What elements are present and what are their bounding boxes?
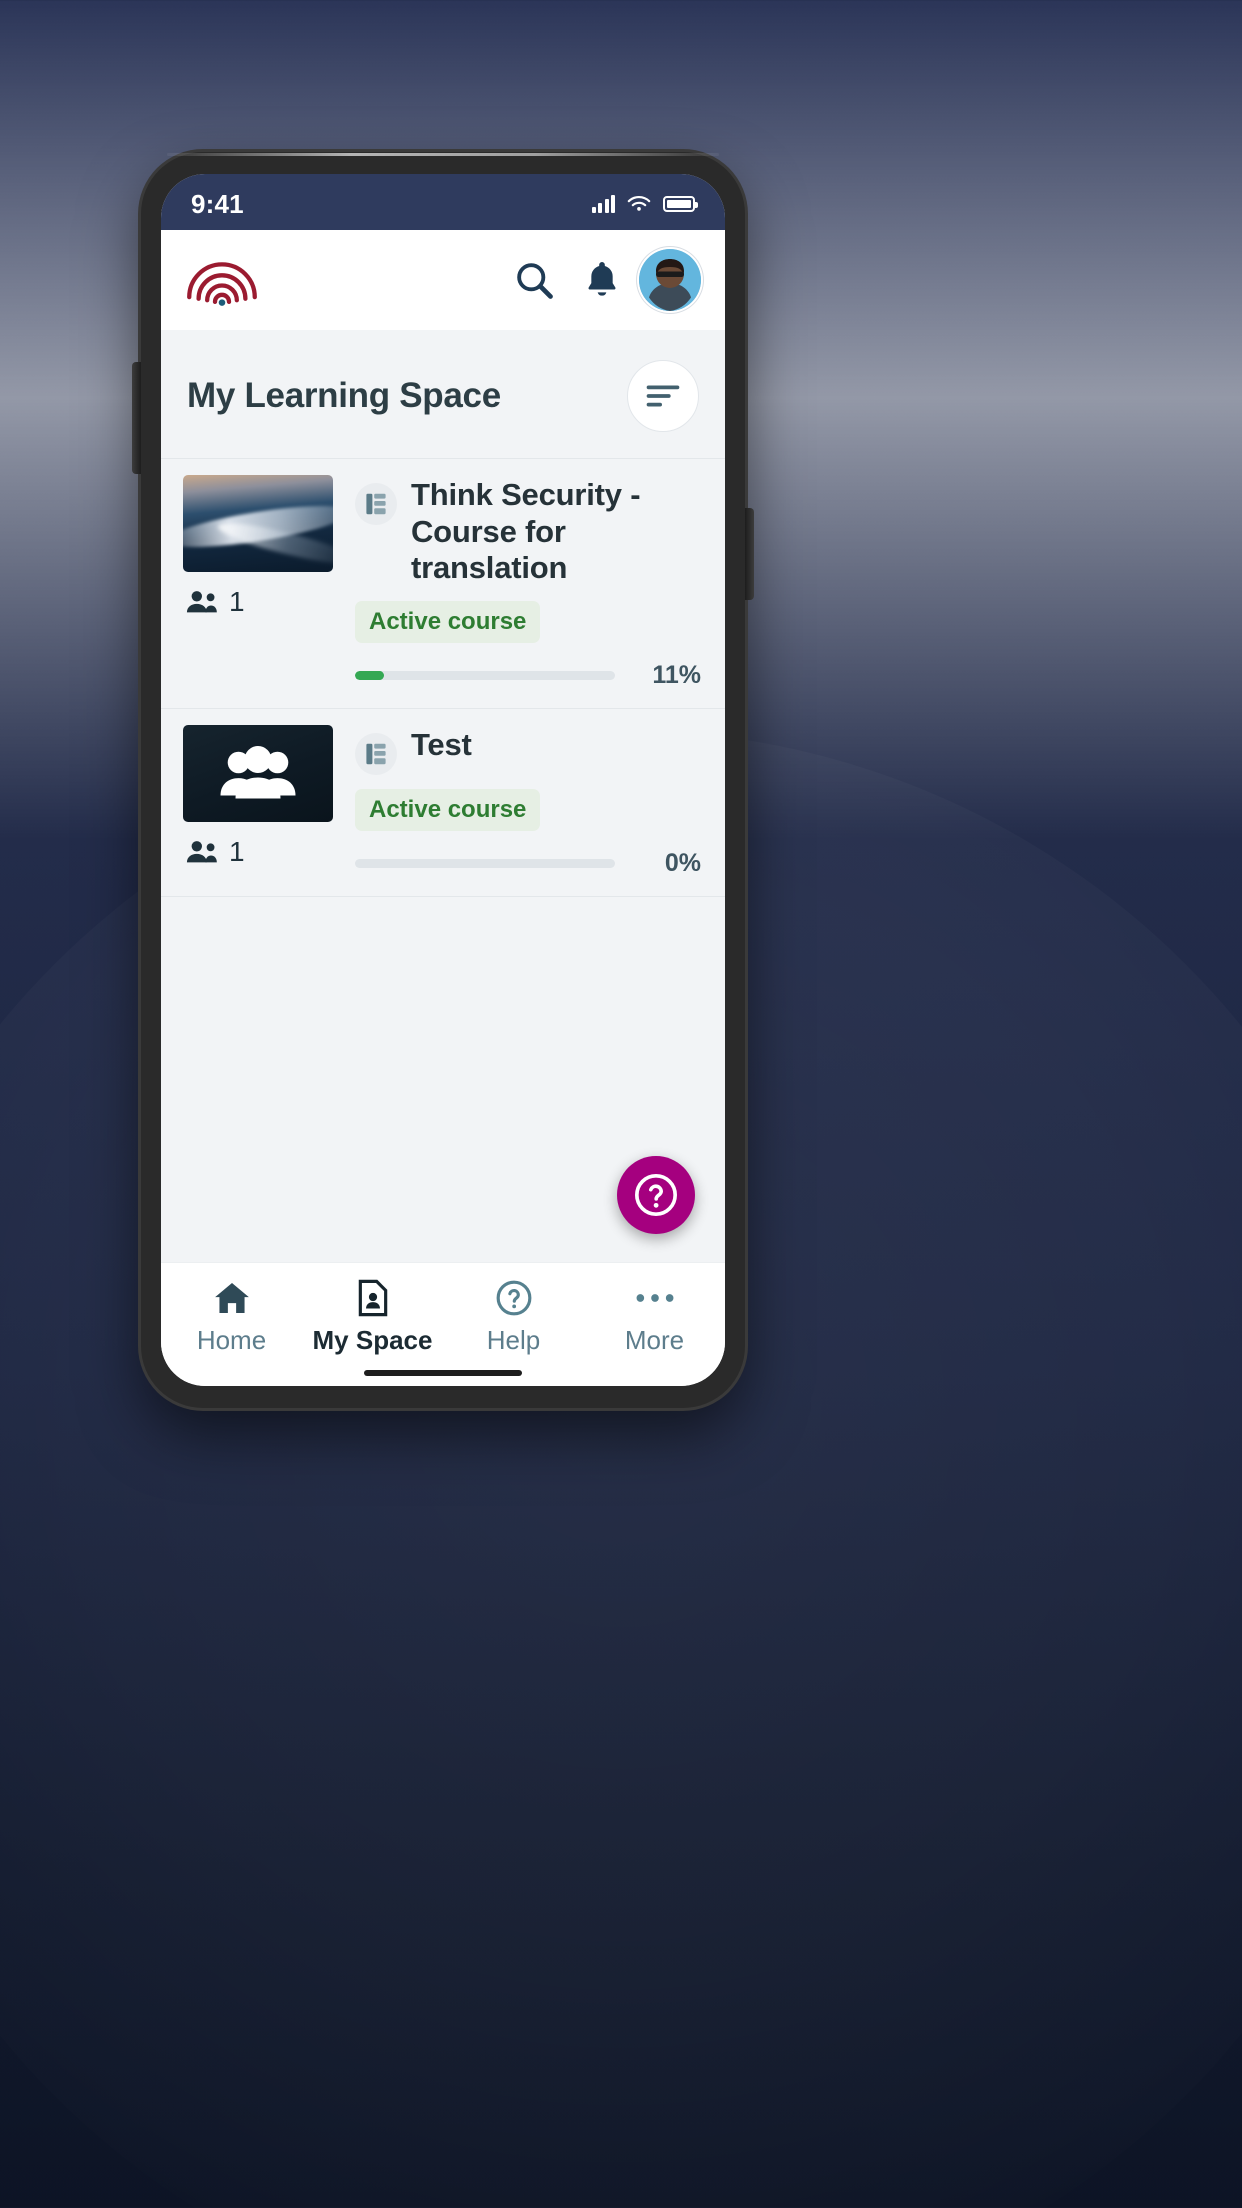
phone-mockup: 9:41 My Learning Space 1 Think Security … <box>132 152 754 1408</box>
volume-button[interactable] <box>132 362 141 474</box>
course-title-row: Think Security - Course for translation <box>355 477 703 587</box>
status-badge: Active course <box>355 788 541 831</box>
enrolled-count: 1 <box>229 835 245 867</box>
course-thumbnail-image <box>183 475 333 572</box>
course-thumbnail-column: 1 <box>183 475 333 690</box>
course-title: Test <box>411 726 472 762</box>
more-dots-icon <box>636 1294 673 1302</box>
page-header: My Learning Space <box>161 330 725 458</box>
search-icon[interactable] <box>503 249 565 311</box>
course-info: Think Security - Course for translation … <box>355 475 703 690</box>
course-title: Think Security - Course for translation <box>411 477 641 586</box>
nav-label: Home <box>196 1325 267 1355</box>
people-group-icon <box>220 746 296 799</box>
nav-item-home[interactable]: Home <box>161 1279 302 1356</box>
enrolled-count-group: 1 <box>183 572 333 618</box>
question-mark-circle-icon <box>635 1174 677 1216</box>
my-space-icon <box>358 1279 387 1317</box>
help-fab[interactable] <box>617 1156 695 1234</box>
content-empty-area <box>161 896 725 1262</box>
list-item[interactable]: 1 Test Active course 0% <box>161 708 725 897</box>
nav-item-help[interactable]: Help <box>443 1279 584 1356</box>
cellular-signal-icon <box>591 195 615 213</box>
status-bar: 9:41 <box>161 174 725 230</box>
people-group-icon <box>186 840 217 863</box>
home-icon <box>214 1282 249 1314</box>
notifications-bell-icon[interactable] <box>571 249 633 311</box>
progress-label: 0% <box>664 848 701 877</box>
wifi-icon <box>627 196 651 211</box>
avatar[interactable] <box>639 249 701 311</box>
battery-icon <box>663 196 698 212</box>
enrolled-count: 1 <box>229 586 245 617</box>
course-thumbnail-column: 1 <box>183 724 333 878</box>
progress-track <box>355 670 615 680</box>
help-circle-icon <box>496 1280 531 1316</box>
course-content-icon <box>355 483 397 525</box>
progress-row: 0% <box>355 849 703 878</box>
course-list: 1 Think Security - Course for translatio… <box>161 458 725 897</box>
nav-label: More <box>624 1325 685 1355</box>
page-title: My Learning Space <box>187 376 501 415</box>
spiral-target-logo[interactable] <box>183 241 261 319</box>
progress-track <box>355 858 615 868</box>
app-header <box>161 230 725 330</box>
status-time: 9:41 <box>191 188 244 219</box>
progress-row: 11% <box>355 661 703 690</box>
enrolled-count-group: 1 <box>183 822 333 868</box>
list-item[interactable]: 1 Think Security - Course for translatio… <box>161 458 725 709</box>
nav-item-more[interactable]: More <box>584 1279 725 1356</box>
course-content-icon <box>355 732 397 775</box>
course-info: Test Active course 0% <box>355 725 703 878</box>
status-icons <box>591 194 698 214</box>
home-indicator[interactable] <box>364 1370 522 1376</box>
nav-label: My Space <box>312 1325 433 1355</box>
course-title-row: Test <box>355 727 703 775</box>
nav-item-my-space[interactable]: My Space <box>302 1279 443 1356</box>
progress-label: 11% <box>652 660 701 689</box>
sort-lines-icon[interactable] <box>627 360 699 432</box>
phone-screen: 9:41 My Learning Space 1 Think Security … <box>161 174 725 1386</box>
people-group-icon <box>186 591 217 613</box>
power-button[interactable] <box>745 508 754 600</box>
nav-label: Help <box>486 1325 541 1355</box>
progress-fill <box>355 670 384 680</box>
status-badge: Active course <box>355 600 541 643</box>
bottom-navigation: Home My Space Help More <box>161 1262 725 1386</box>
course-thumbnail-image <box>183 724 333 822</box>
